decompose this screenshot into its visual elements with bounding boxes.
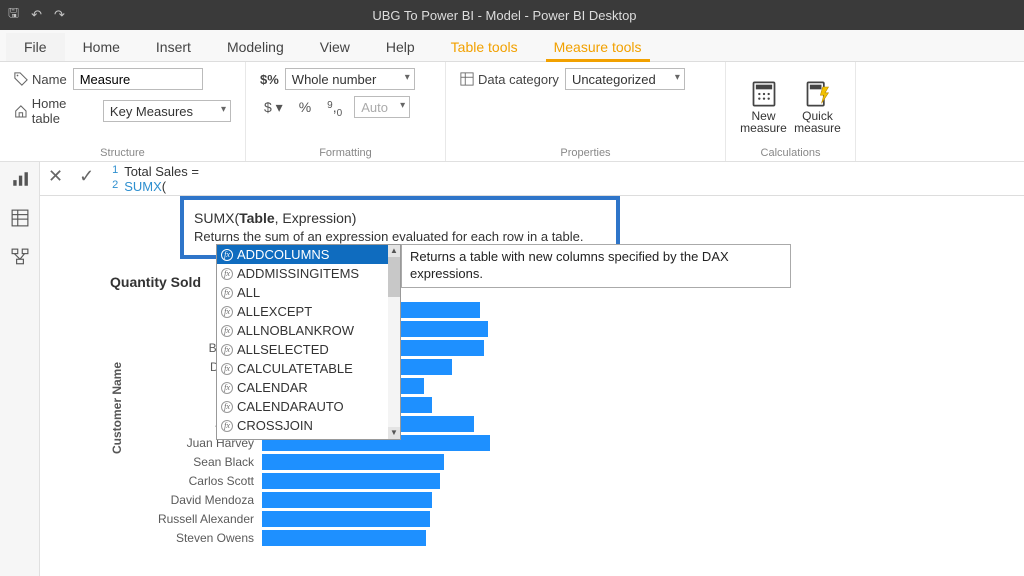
undo-icon[interactable]: ↶ — [31, 7, 42, 23]
formula-bar: ✕ ✓ 1Total Sales = 2SUMX( — [40, 162, 1024, 196]
bar[interactable] — [262, 530, 426, 546]
function-icon: fx — [221, 344, 233, 356]
scroll-down-icon[interactable]: ▼ — [388, 427, 400, 439]
suggest-item[interactable]: fxCALCULATETABLE — [217, 359, 388, 378]
suggest-item[interactable]: fxALLSELECTED — [217, 340, 388, 359]
home-icon — [14, 104, 28, 118]
bar-row: Sean Black — [270, 452, 590, 471]
tab-view[interactable]: View — [302, 33, 368, 61]
formula-line-1[interactable]: Total Sales = — [124, 164, 199, 179]
ribbon: Name Home table Key Measures Structure $… — [0, 62, 1024, 162]
home-table-dropdown[interactable]: Key Measures — [103, 100, 231, 122]
format-icon: $% — [260, 72, 279, 87]
function-icon: fx — [221, 363, 233, 375]
tab-table-tools[interactable]: Table tools — [433, 33, 536, 61]
calculator-icon — [750, 80, 778, 108]
group-label-structure: Structure — [14, 147, 231, 159]
tab-help[interactable]: Help — [368, 33, 433, 61]
bar-label: Carlos Scott — [110, 474, 262, 488]
bar-label: Sean Black — [110, 455, 262, 469]
format-dropdown[interactable]: Whole number — [285, 68, 415, 90]
intellisense-detail: Returns a table with new columns specifi… — [401, 244, 791, 288]
percent-button[interactable]: % — [295, 99, 315, 115]
data-category-label: Data category — [478, 72, 559, 87]
redo-icon[interactable]: ↷ — [54, 7, 65, 23]
bar[interactable] — [262, 511, 430, 527]
titlebar: 🖫 ↶ ↷ UBG To Power BI - Model - Power BI… — [0, 0, 1024, 30]
bar-row: Carlos Scott — [270, 471, 590, 490]
report-canvas: ✕ ✓ 1Total Sales = 2SUMX( SUMX(Table, Ex… — [40, 162, 1024, 576]
bar-row: Steven Owens — [270, 528, 590, 547]
formula-cancel-icon[interactable]: ✕ — [40, 162, 71, 191]
y-axis-label: Customer Name — [110, 362, 124, 454]
window-title: UBG To Power BI - Model - Power BI Deskt… — [65, 8, 944, 23]
scroll-thumb[interactable] — [388, 257, 400, 297]
report-view-icon[interactable] — [11, 170, 29, 193]
suggest-item[interactable]: fxCALENDAR — [217, 378, 388, 397]
home-table-label: Home table — [32, 96, 97, 126]
bar[interactable] — [262, 473, 440, 489]
function-icon: fx — [221, 325, 233, 337]
function-icon: fx — [221, 249, 233, 261]
bar-label: Steven Owens — [110, 531, 262, 545]
suggest-item[interactable]: fxADDCOLUMNS — [217, 245, 388, 264]
group-label-calculations: Calculations — [740, 147, 841, 159]
data-category-dropdown[interactable]: Uncategorized — [565, 68, 685, 90]
bar-row: David Mendoza — [270, 490, 590, 509]
bar[interactable] — [262, 454, 444, 470]
save-icon[interactable]: 🖫 — [8, 4, 19, 26]
quick-measure-button[interactable]: Quick measure — [794, 80, 842, 134]
formula-commit-icon[interactable]: ✓ — [71, 162, 102, 191]
bar-label: Russell Alexander — [110, 512, 262, 526]
suggest-item[interactable]: fxALLNOBLANKROW — [217, 321, 388, 340]
suggest-item[interactable]: fxCALENDARAUTO — [217, 397, 388, 416]
tag-icon — [14, 72, 28, 86]
tab-measure-tools[interactable]: Measure tools — [536, 33, 660, 61]
name-input[interactable] — [73, 68, 203, 90]
tab-file[interactable]: File — [6, 33, 65, 61]
data-view-icon[interactable] — [11, 209, 29, 232]
group-label-properties: Properties — [460, 147, 711, 159]
function-icon: fx — [221, 401, 233, 413]
scrollbar[interactable]: ▲ ▼ — [388, 245, 400, 439]
bar[interactable] — [262, 492, 432, 508]
suggest-item[interactable]: fxCROSSJOIN — [217, 416, 388, 435]
function-icon: fx — [221, 268, 233, 280]
tab-modeling[interactable]: Modeling — [209, 33, 302, 61]
function-icon: fx — [221, 382, 233, 394]
tab-home[interactable]: Home — [65, 33, 138, 61]
currency-button[interactable]: $ ▾ — [260, 99, 287, 116]
suggest-item[interactable]: fxALLEXCEPT — [217, 302, 388, 321]
function-icon: fx — [221, 420, 233, 432]
bar-label: David Mendoza — [110, 493, 262, 507]
name-label: Name — [32, 72, 67, 87]
category-icon — [460, 72, 474, 86]
ribbon-tabs: File Home Insert Modeling View Help Tabl… — [0, 30, 1024, 62]
function-icon: fx — [221, 306, 233, 318]
bar-row: Russell Alexander — [270, 509, 590, 528]
suggest-item[interactable]: fxALL — [217, 283, 388, 302]
decimals-dropdown[interactable]: Auto — [354, 96, 410, 118]
thousands-button[interactable]: 9,0 — [323, 99, 346, 115]
quick-calc-icon — [804, 80, 832, 108]
function-icon: fx — [221, 287, 233, 299]
new-measure-button[interactable]: New measure — [740, 80, 788, 134]
formula-line-2[interactable]: SUMX( — [124, 179, 166, 194]
suggest-item[interactable]: ▦Customers — [217, 435, 388, 439]
view-rail — [0, 162, 40, 576]
model-view-icon[interactable] — [11, 248, 29, 271]
intellisense-popup[interactable]: fxADDCOLUMNSfxADDMISSINGITEMSfxALLfxALLE… — [216, 244, 401, 440]
group-label-formatting: Formatting — [260, 147, 431, 159]
suggest-item[interactable]: fxADDMISSINGITEMS — [217, 264, 388, 283]
scroll-up-icon[interactable]: ▲ — [388, 245, 400, 257]
tab-insert[interactable]: Insert — [138, 33, 209, 61]
table-icon: ▦ — [221, 438, 231, 439]
